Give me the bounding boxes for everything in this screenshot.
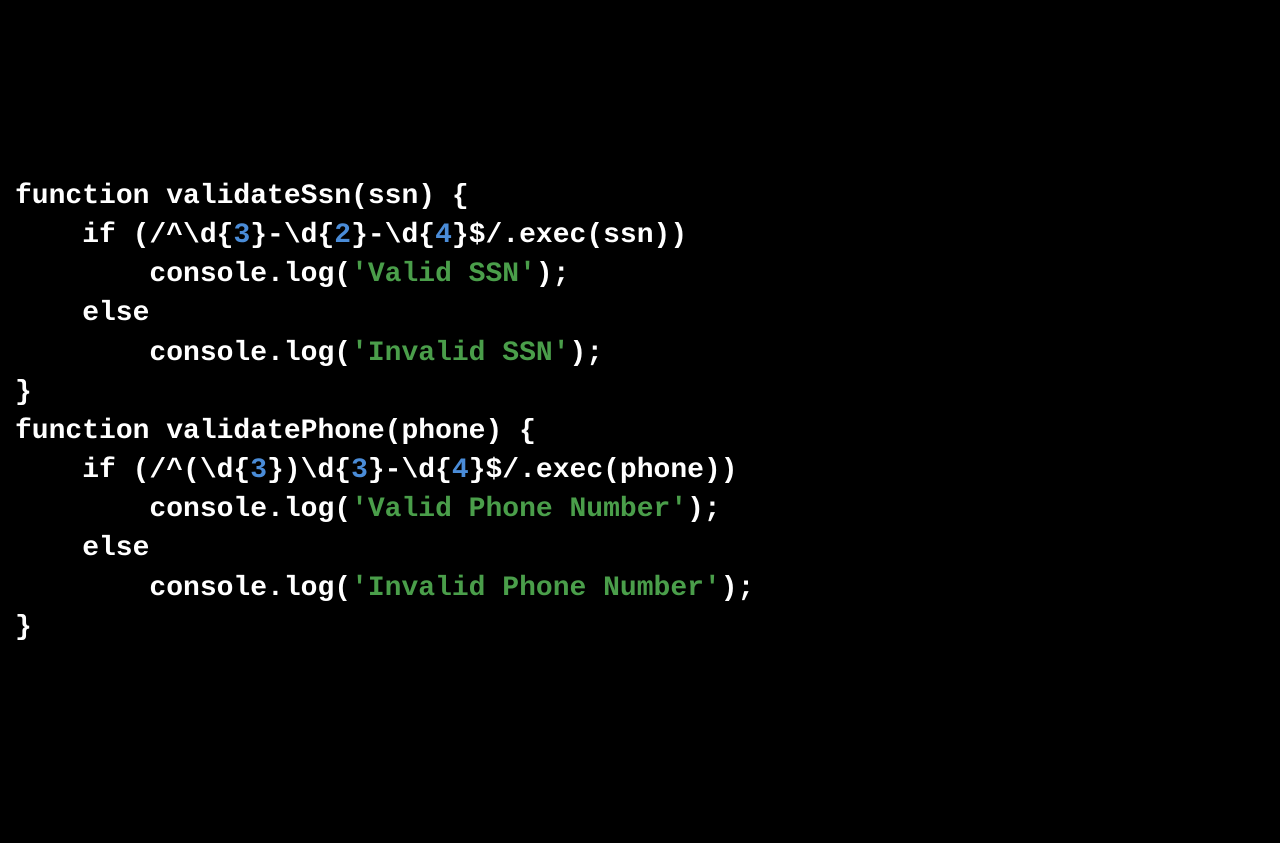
code-token: console.log( xyxy=(149,338,351,369)
string-literal: 'Invalid SSN' xyxy=(351,338,569,369)
code-line: } xyxy=(15,608,1265,647)
code-token: ); xyxy=(570,338,604,369)
code-token: console.log( xyxy=(149,259,351,290)
number-literal: 4 xyxy=(452,455,469,486)
code-line: else xyxy=(15,529,1265,568)
code-token: })\d{ xyxy=(267,455,351,486)
code-line: function validatePhone(phone) { xyxy=(15,412,1265,451)
code-token: ); xyxy=(721,573,755,604)
number-literal: 3 xyxy=(351,455,368,486)
number-literal: 4 xyxy=(435,220,452,251)
code-token: }-\d{ xyxy=(250,220,334,251)
code-token: console.log( xyxy=(149,573,351,604)
string-literal: 'Valid Phone Number' xyxy=(351,494,687,525)
code-line: else xyxy=(15,294,1265,333)
string-literal: 'Valid SSN' xyxy=(351,259,536,290)
code-line: if (/^(\d{3})\d{3}-\d{4}$/.exec(phone)) xyxy=(15,451,1265,490)
code-token: }-\d{ xyxy=(351,220,435,251)
code-line: console.log('Valid SSN'); xyxy=(15,255,1265,294)
code-line: console.log('Invalid Phone Number'); xyxy=(15,569,1265,608)
code-token: }$/.exec(ssn)) xyxy=(452,220,687,251)
code-token: } xyxy=(15,377,32,408)
number-literal: 2 xyxy=(334,220,351,251)
code-token: }$/.exec(phone)) xyxy=(469,455,738,486)
code-line: function validateSsn(ssn) { xyxy=(15,177,1265,216)
code-token: if (/^\d{ xyxy=(82,220,233,251)
string-literal: 'Invalid Phone Number' xyxy=(351,573,721,604)
code-token: ); xyxy=(536,259,570,290)
code-token: ); xyxy=(687,494,721,525)
code-line: } xyxy=(15,373,1265,412)
code-line: console.log('Valid Phone Number'); xyxy=(15,490,1265,529)
code-token: }-\d{ xyxy=(368,455,452,486)
code-token: if (/^(\d{ xyxy=(82,455,250,486)
code-line: console.log('Invalid SSN'); xyxy=(15,334,1265,373)
number-literal: 3 xyxy=(233,220,250,251)
code-token: } xyxy=(15,612,32,643)
code-token: function validatePhone(phone) { xyxy=(15,416,536,447)
code-token: else xyxy=(82,533,149,564)
number-literal: 3 xyxy=(250,455,267,486)
code-token: function validateSsn(ssn) { xyxy=(15,181,469,212)
code-line: if (/^\d{3}-\d{2}-\d{4}$/.exec(ssn)) xyxy=(15,216,1265,255)
code-token: else xyxy=(82,298,149,329)
code-block: function validateSsn(ssn) {if (/^\d{3}-\… xyxy=(15,177,1265,647)
code-token: console.log( xyxy=(149,494,351,525)
